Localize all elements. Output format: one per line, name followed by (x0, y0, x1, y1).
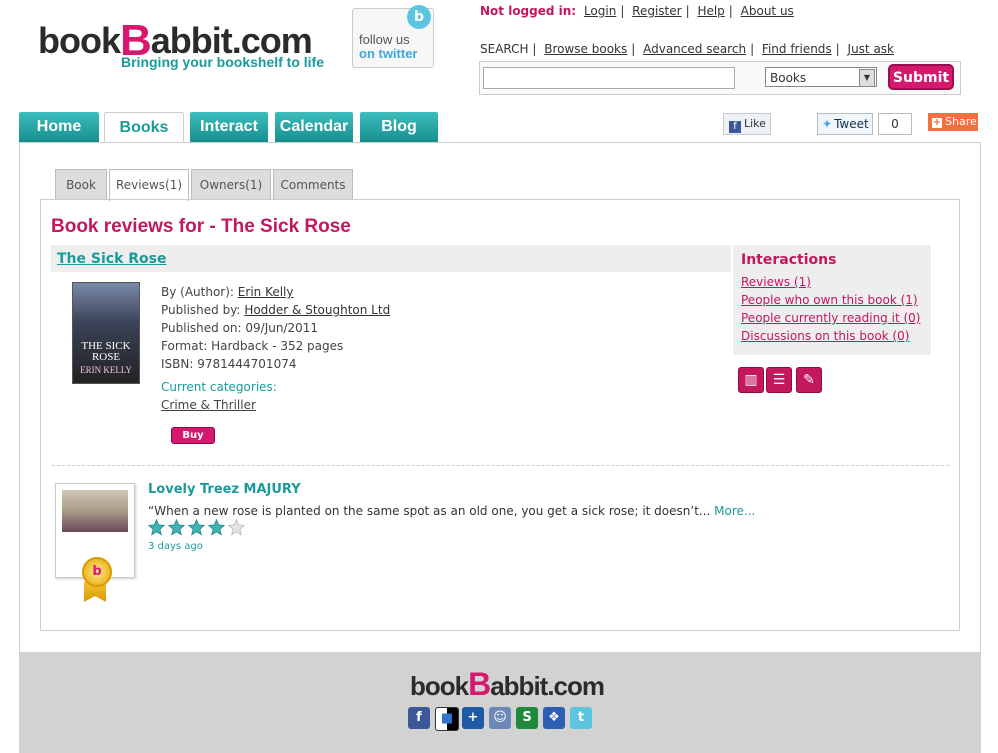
section-divider (52, 465, 949, 466)
advanced-search-link[interactable]: Advanced search (643, 42, 746, 56)
footer-logo[interactable]: bookBabbit.com (410, 666, 605, 703)
interaction-discussions-link[interactable]: Discussions on this book (0) (741, 329, 909, 343)
write-review-icon[interactable]: ✎ (796, 367, 822, 393)
book-cover-image[interactable]: THE SICK ROSE ERIN KELLY (72, 282, 140, 384)
subtab-book[interactable]: Book (55, 169, 107, 200)
book-isbn: ISBN: 9781444701074 (161, 357, 297, 371)
review-excerpt-line: “When a new rose is planted on the same … (148, 504, 755, 518)
facebook-like-button[interactable]: f Like (723, 113, 771, 135)
footer-logo-pre: book (410, 671, 469, 701)
star-filled-icon (168, 519, 185, 536)
interactions-title: Interactions (741, 252, 837, 268)
nav-tab-interact[interactable]: Interact (190, 112, 268, 142)
publisher-line: Published by: Hodder & Stoughton Ltd (161, 303, 390, 317)
nav-tab-books[interactable]: Books (104, 112, 184, 144)
reviewer-name-link[interactable]: Lovely Treez MAJURY (148, 482, 301, 497)
publisher-link[interactable]: Hodder & Stoughton Ltd (244, 303, 390, 317)
logo-tagline: Bringing your bookshelf to life (121, 54, 324, 70)
buy-button[interactable]: Buy (171, 427, 215, 444)
tweet-count: 0 (878, 113, 912, 135)
search-category-value: Books (770, 71, 807, 85)
facebook-icon: f (729, 121, 741, 133)
browse-books-link[interactable]: Browse books (544, 42, 627, 56)
category-link[interactable]: Crime & Thriller (161, 398, 256, 412)
follow-line-1: follow us (359, 32, 410, 47)
like-label: Like (744, 117, 766, 130)
just-ask-link[interactable]: Just ask (848, 42, 894, 56)
windows-live-icon[interactable]: ❖ (543, 707, 565, 729)
categories-label: Current categories: (161, 380, 277, 394)
published-date: Published on: 09/Jun/2011 (161, 321, 319, 335)
login-link[interactable]: Login (584, 4, 616, 18)
add-to-stats-icon[interactable]: ▥ (738, 367, 764, 393)
facebook-icon[interactable]: f (408, 707, 430, 729)
site-logo[interactable]: bookBabbit.com Bringing your bookshelf t… (38, 4, 328, 74)
subtab-reviews[interactable]: Reviews(1) (109, 169, 189, 201)
reviewer-badge-icon: b (82, 557, 112, 587)
search-label: SEARCH (480, 42, 529, 56)
search-form: Books ▼ Submit (479, 61, 961, 95)
chevron-down-icon[interactable]: ▼ (859, 69, 875, 87)
submit-button[interactable]: Submit (888, 64, 954, 90)
share-label: Share (945, 115, 977, 128)
help-link[interactable]: Help (697, 4, 724, 18)
share-button[interactable]: + Share (928, 113, 978, 131)
subtab-owners[interactable]: Owners(1) (191, 169, 271, 200)
register-link[interactable]: Register (632, 4, 681, 18)
interaction-reading-link[interactable]: People currently reading it (0) (741, 311, 920, 325)
author-line: By (Author): Erin Kelly (161, 285, 294, 299)
star-filled-icon (188, 519, 205, 536)
footer-logo-b: B (468, 666, 491, 702)
account-bar: Not logged in: Login | Register | Help | Ab… (480, 4, 794, 18)
add-to-list-icon[interactable]: ☰ (766, 367, 792, 393)
twitter-icon[interactable]: t (570, 707, 592, 729)
bookbabbit-bird-icon: b (407, 5, 431, 29)
nav-tab-blog[interactable]: Blog (360, 112, 438, 142)
search-links-bar: SEARCH | Browse books | Advanced search | … (480, 42, 895, 56)
search-input[interactable] (483, 67, 735, 89)
author-label: By (Author): (161, 285, 234, 299)
stumbleupon-icon[interactable]: S (516, 707, 538, 729)
footer-logo-post: abbit.com (490, 671, 605, 701)
nav-tab-calendar[interactable]: Calendar (275, 112, 353, 142)
delicious-icon[interactable]: ■ (435, 707, 459, 731)
star-empty-icon (228, 519, 245, 536)
more-link[interactable]: More... (714, 504, 755, 518)
book-title-link[interactable]: The Sick Rose (57, 251, 166, 267)
avatar-image (62, 490, 128, 532)
twitter-bird-icon: ✦ (822, 117, 833, 131)
nav-tab-home[interactable]: Home (19, 112, 99, 142)
myspace-icon[interactable]: + (462, 707, 484, 729)
follow-twitter-button[interactable]: b follow us on twitter (352, 5, 434, 68)
cover-author-text: ERIN KELLY (80, 365, 132, 375)
interaction-owners-link[interactable]: People who own this book (1) (741, 293, 918, 307)
plus-icon: + (932, 117, 942, 128)
subtab-comments[interactable]: Comments (273, 169, 353, 200)
author-link[interactable]: Erin Kelly (238, 285, 294, 299)
interaction-reviews-link[interactable]: Reviews (1) (741, 275, 811, 289)
search-category-select[interactable]: Books ▼ (765, 67, 877, 87)
tweet-button[interactable]: ✦ Tweet (817, 113, 873, 135)
star-filled-icon (148, 519, 165, 536)
login-status: Not logged in: (480, 4, 577, 18)
star-filled-icon (208, 519, 225, 536)
follow-line-2: on twitter (359, 46, 418, 61)
book-format: Format: Hardback - 352 pages (161, 339, 344, 353)
publisher-label: Published by: (161, 303, 241, 317)
cover-title-text: THE SICK ROSE (81, 340, 131, 363)
review-excerpt: “When a new rose is planted on the same … (148, 504, 711, 518)
tweet-label: Tweet (834, 117, 869, 131)
review-timestamp: 3 days ago (148, 541, 203, 552)
reddit-icon[interactable]: ☺ (489, 707, 511, 729)
page-title: Book reviews for - The Sick Rose (51, 216, 351, 237)
about-us-link[interactable]: About us (741, 4, 794, 18)
find-friends-link[interactable]: Find friends (762, 42, 832, 56)
